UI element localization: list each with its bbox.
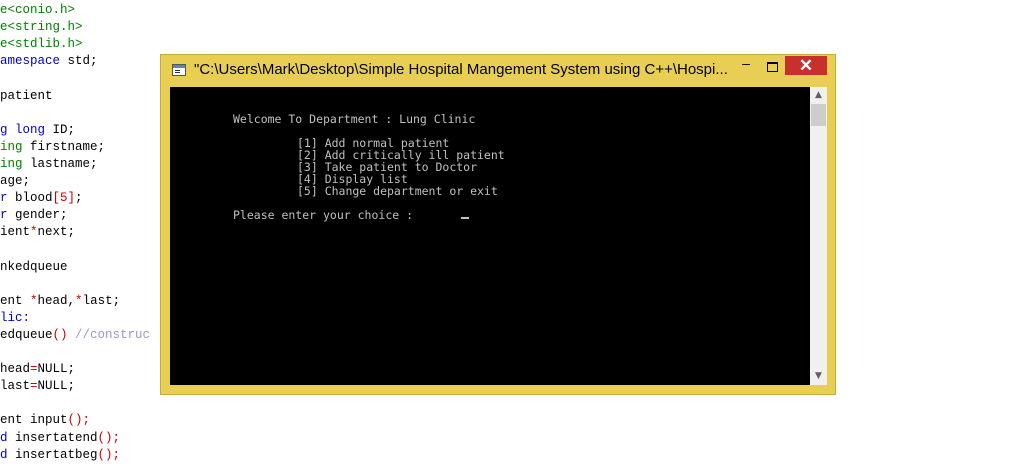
code-token: e<string.h> [0,20,83,35]
code-line: r gender; [0,207,68,224]
code-token: g long [0,122,53,137]
code-line: ing firstname; [0,139,105,156]
code-token: age; [0,174,31,188]
code-line: d insertatbeg(); [0,447,120,464]
code-line: g long ID; [0,122,75,139]
code-line: d insertatend(); [0,430,120,447]
menu-item-5: [5] Change department or exit [297,184,498,198]
console-window[interactable]: "C:\Users\Mark\Desktop\Simple Hospital M… [160,54,836,395]
code-line: r blood[5]; [0,190,83,207]
code-token: ; [75,191,83,206]
code-token: ient [0,225,31,240]
console-app-icon[interactable] [172,64,186,76]
minimize-button[interactable]: ‒ [735,56,757,76]
code-token: (); [97,447,121,462]
code-token: e [0,3,8,17]
code-line: ient*next; [0,224,75,241]
code-token: std; [67,54,98,69]
code-token: ent [0,293,31,308]
code-token: head, [37,293,76,308]
code-token: //construc [75,327,151,342]
code-token: d [0,447,16,462]
code-token: lic: [0,310,31,325]
code-token: = [30,362,38,377]
code-token: insertatend [15,430,98,445]
code-line: patient [0,88,53,105]
code-line: e<string.h> [0,19,83,36]
code-line: ing lastname; [0,156,98,173]
text-cursor [461,217,469,219]
maximize-button[interactable] [761,56,783,76]
code-token: * [30,293,38,308]
choice-prompt: Please enter your choice : [233,208,420,222]
code-token: last; [82,293,121,308]
code-token: <conio.h> [7,3,76,17]
close-button[interactable]: ✕ [785,56,827,75]
code-line: lic: [0,310,30,327]
code-line: nkedqueue [0,259,68,276]
code-token: next; [37,225,76,240]
welcome-text: Welcome To Department : Lung Clinic [233,112,476,126]
code-token: patient [0,88,53,103]
code-line: last=NULL; [0,378,75,395]
code-token: gender; [15,208,68,223]
scroll-down-arrow-icon[interactable]: ▼ [810,368,827,385]
code-token: nkedqueue [0,259,68,274]
code-token: [5] [52,191,76,206]
code-token: ent input [0,413,68,428]
code-line: amespace std; [0,53,98,70]
vertical-scrollbar[interactable]: ▲ ▼ [810,87,827,385]
code-token: insertatbeg [15,447,98,462]
code-token: amespace [0,54,68,69]
code-token: = [30,379,38,394]
code-token: edqueue [0,327,53,342]
code-line: e<conio.h> [0,2,75,19]
window-title: "C:\Users\Mark\Desktop\Simple Hospital M… [194,61,728,78]
code-token: last [0,379,31,394]
code-token: * [30,225,38,240]
code-token: lastname; [30,156,98,171]
code-token: (); [67,413,91,428]
code-token: NULL; [37,362,76,377]
code-token: ID; [52,122,76,137]
title-bar[interactable]: "C:\Users\Mark\Desktop\Simple Hospital M… [161,55,835,86]
code-token: (); [97,430,121,445]
code-line: e<stdlib.h> [0,36,83,53]
code-token: ing [0,139,31,154]
code-line: ent *head,*last; [0,293,120,310]
code-token: NULL; [37,379,76,394]
code-token: () [52,327,76,342]
code-token: e<stdlib.h> [0,37,83,52]
code-token: head [0,362,31,377]
code-token: r [0,191,16,206]
code-line: edqueue() //construc [0,327,150,344]
code-token: ing [0,156,31,171]
maximize-icon [767,62,778,72]
code-line: age; [0,173,30,190]
code-token: r [0,208,16,223]
code-token: * [75,293,83,308]
code-token: firstname; [30,139,106,154]
code-token: blood [15,191,53,206]
code-token: d [0,430,16,445]
scroll-up-arrow-icon[interactable]: ▲ [810,87,827,104]
scrollbar-thumb[interactable] [811,104,826,126]
console-output[interactable]: Welcome To Department : Lung Clinic [1] … [170,87,810,385]
code-line: head=NULL; [0,361,75,378]
code-line: ent input(); [0,412,90,429]
